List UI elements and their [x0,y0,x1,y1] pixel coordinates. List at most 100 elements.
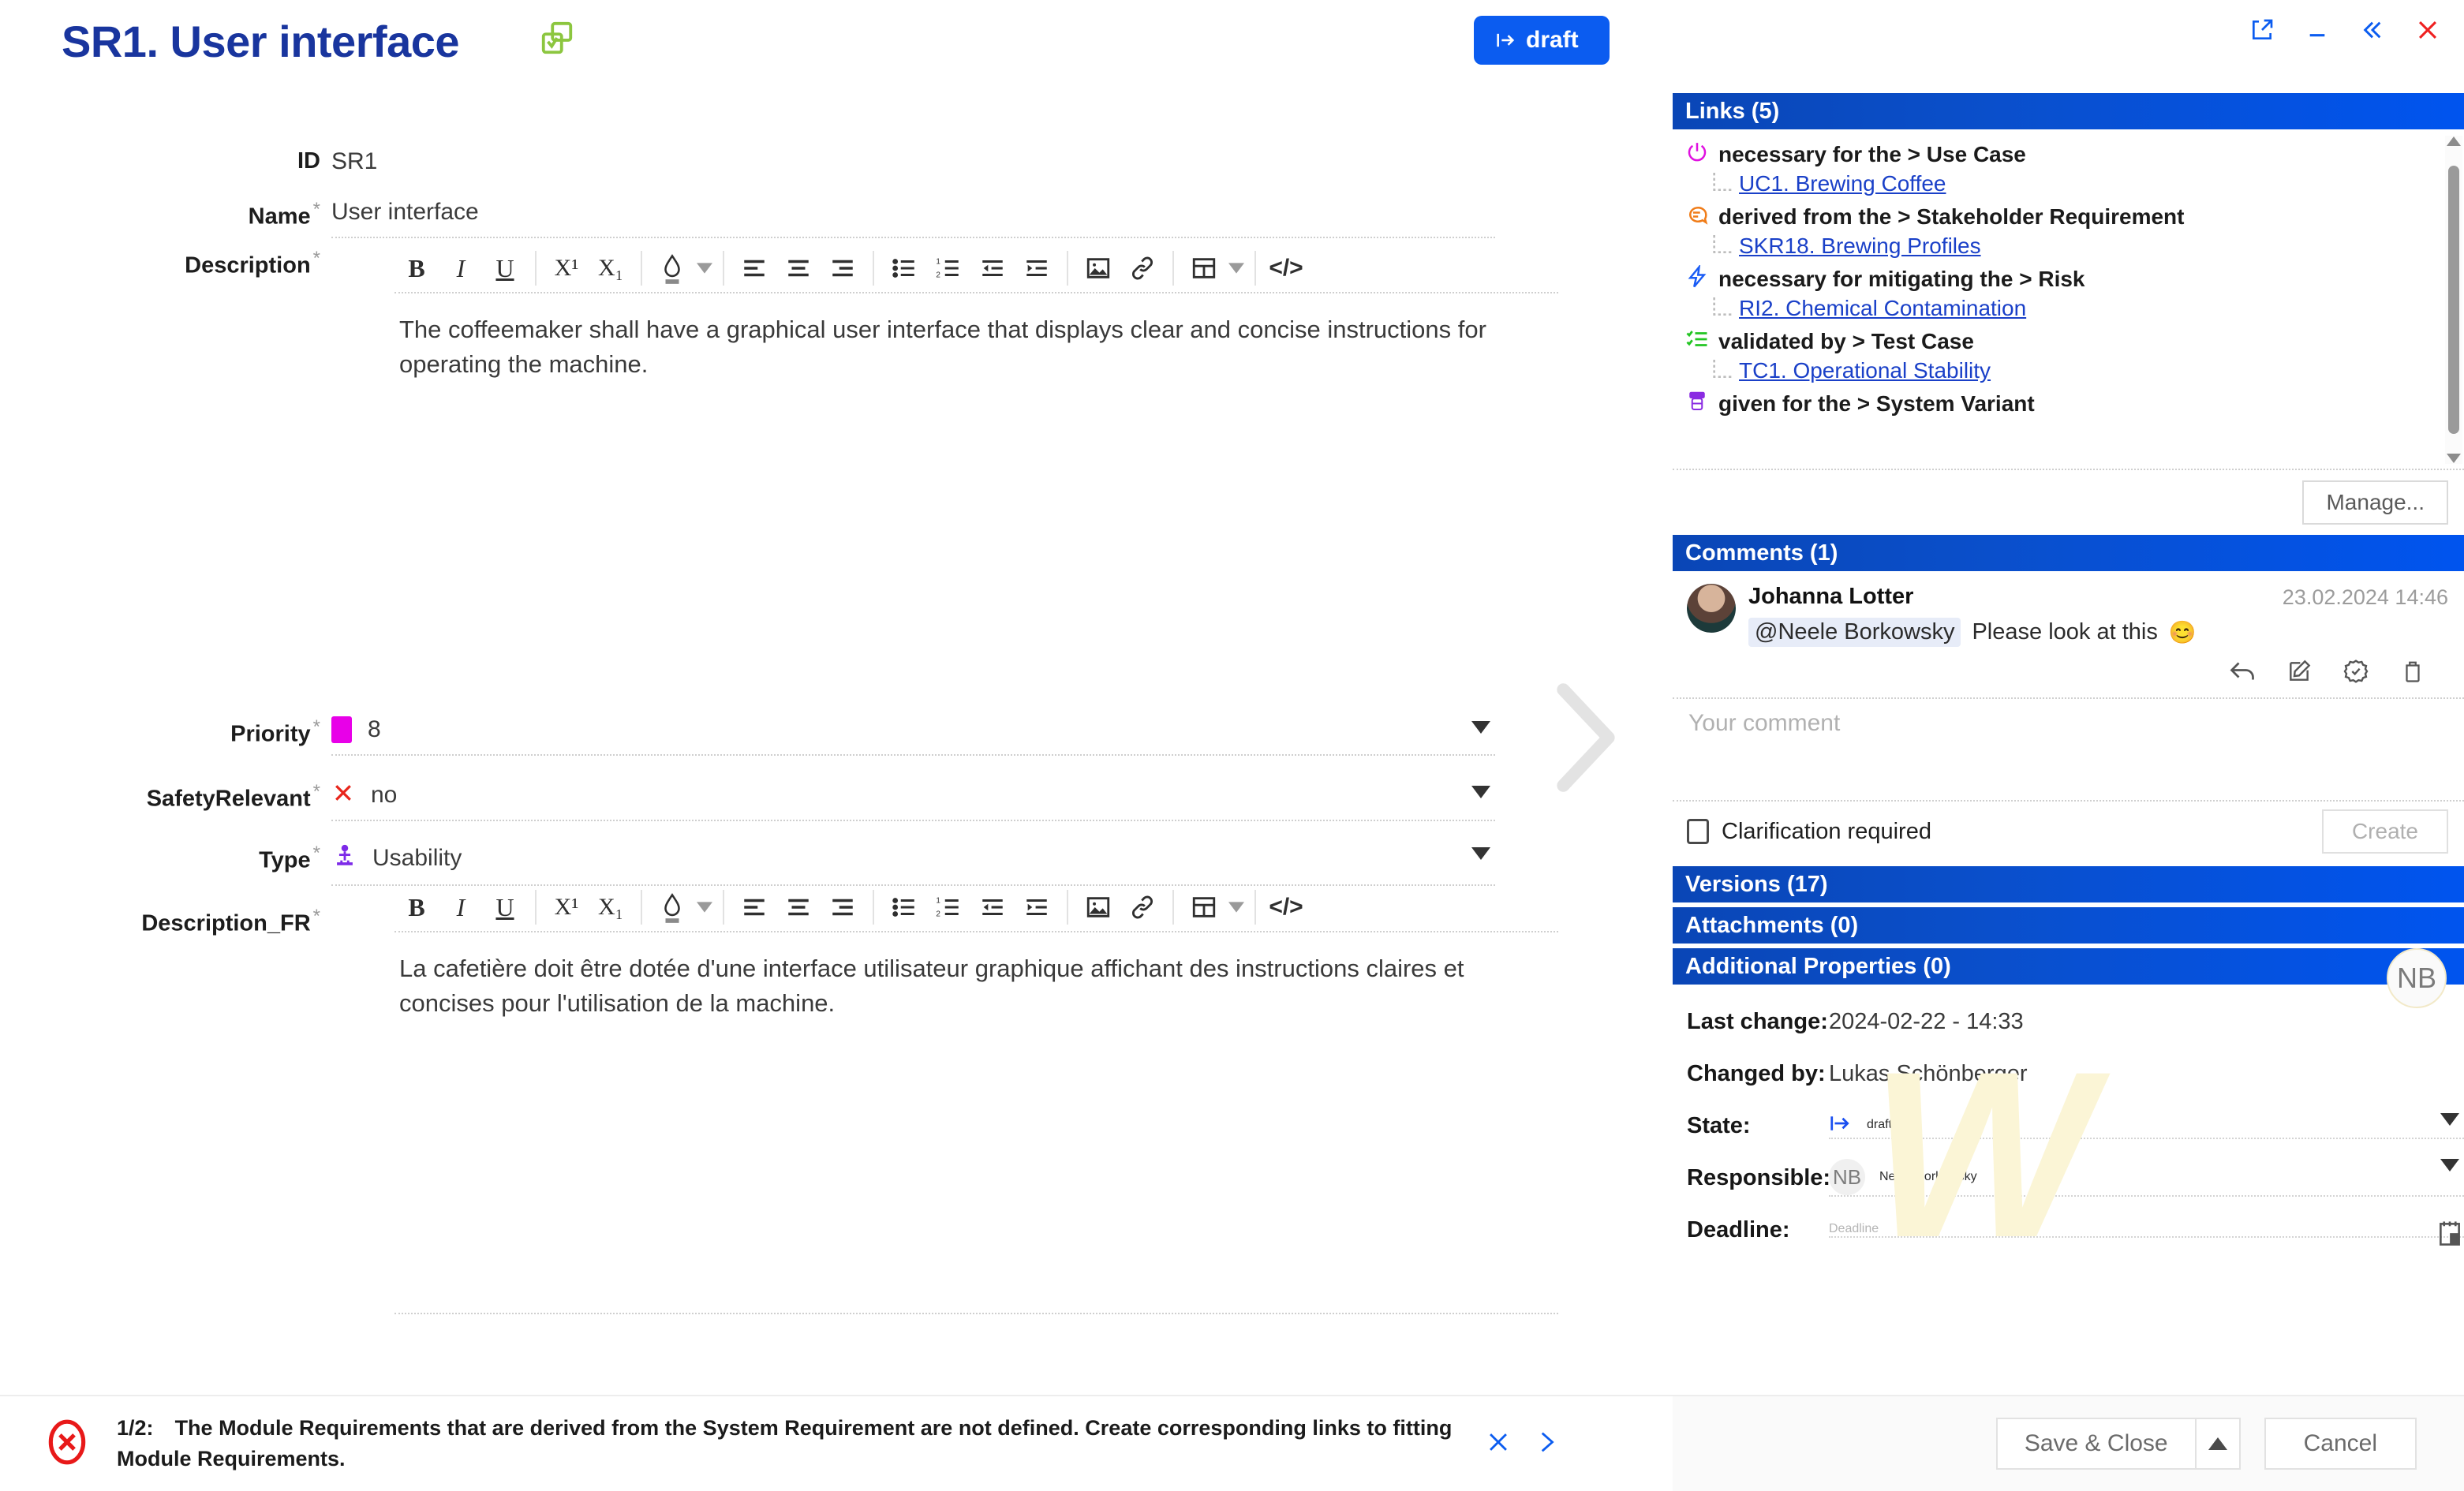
link-group[interactable]: necessary for mitigating the > Risk [1685,263,2436,293]
safety-relevant-dropdown[interactable]: no [331,781,1495,821]
bold-button[interactable]: B [394,246,439,290]
table-icon[interactable] [1182,246,1226,290]
source-code-button-fr[interactable]: </> [1264,885,1308,929]
next-item-chevron-right-icon[interactable] [1542,678,1629,801]
close-icon[interactable] [2412,14,2443,46]
underline-button[interactable]: U [483,246,527,290]
reply-icon[interactable] [2227,656,2257,686]
panel-header-versions[interactable]: Versions (17) [1673,866,2464,902]
state-dropdown[interactable]: draft [1829,1112,2464,1139]
align-left-icon-fr[interactable] [732,885,776,929]
panel-title-versions: Versions (17) [1685,871,1828,897]
subscript-button-fr[interactable]: X₁ [589,885,633,929]
state-chevron-down-icon[interactable] [2440,1112,2459,1130]
link-group[interactable]: given for the > System Variant [1685,390,2436,417]
comment-input[interactable]: Your comment [1673,697,2464,800]
save-close-button[interactable]: Save & Close [1995,1418,2195,1470]
align-center-icon-fr[interactable] [776,885,821,929]
list-item[interactable]: TC1. Operational Stability [1707,358,2436,383]
underline-button-fr[interactable]: U [483,885,527,929]
numbered-list-icon[interactable]: 12 [926,246,970,290]
safety-relevant-chevron-down-icon[interactable] [1471,786,1490,802]
calendar-icon[interactable] [2437,1219,2462,1251]
table-icon-fr[interactable] [1182,885,1226,929]
text-color-chevron-down-icon-fr[interactable] [694,885,715,929]
link-group[interactable]: necessary for the > Use Case [1685,140,2436,168]
name-input[interactable]: User interface [331,199,1495,238]
text-color-chevron-down-icon[interactable] [694,246,715,290]
bullet-list-icon-fr[interactable] [882,885,926,929]
links-scrollbar[interactable] [2445,136,2462,464]
notice-next-chevron-right-icon[interactable] [1532,1429,1559,1459]
collapse-left-icon[interactable] [2357,14,2388,46]
link-icon-fr[interactable] [1120,885,1165,929]
bold-button-fr[interactable]: B [394,885,439,929]
panel-header-links[interactable]: Links (5) [1673,93,2464,129]
svg-text:2: 2 [936,271,940,279]
panel-header-attachments[interactable]: Attachments (0) [1673,907,2464,944]
resolve-icon[interactable] [2341,656,2371,686]
image-icon-fr[interactable] [1076,885,1120,929]
outdent-icon-fr[interactable] [970,885,1015,929]
notice-close-icon[interactable] [1485,1429,1512,1459]
duplicate-document-icon[interactable] [539,21,575,57]
minimize-icon[interactable] [2301,14,2333,46]
type-chevron-down-icon[interactable] [1471,847,1490,864]
text-color-icon[interactable] [650,246,694,290]
link-item[interactable]: SKR18. Brewing Profiles [1739,234,1981,259]
link-item[interactable]: RI2. Chemical Contamination [1739,296,2026,321]
responsible-dropdown[interactable]: NB Neele Borkowsky [1829,1159,2464,1197]
list-item[interactable]: SKR18. Brewing Profiles [1707,234,2436,259]
image-icon[interactable] [1076,246,1120,290]
comment-mention[interactable]: @Neele Borkowsky [1748,618,1961,647]
type-dropdown[interactable]: Usability [331,843,1495,886]
link-icon[interactable] [1120,246,1165,290]
manage-links-button[interactable]: Manage... [2302,480,2448,525]
link-group[interactable]: validated by > Test Case [1685,327,2436,355]
description-text[interactable]: The coffeemaker shall have a graphical u… [394,293,1558,382]
table-chevron-down-icon-fr[interactable] [1226,885,1247,929]
list-item[interactable]: RI2. Chemical Contamination [1707,296,2436,321]
align-left-icon[interactable] [732,246,776,290]
indent-icon[interactable] [1015,246,1059,290]
priority-chevron-down-icon[interactable] [1471,721,1490,738]
italic-button[interactable]: I [439,246,483,290]
bullet-list-icon[interactable] [882,246,926,290]
align-center-icon[interactable] [776,246,821,290]
error-icon[interactable] [43,1418,92,1470]
status-badge[interactable]: draft [1474,16,1610,65]
priority-dropdown[interactable]: 8 [331,716,1495,756]
link-group-label: necessary for the > Use Case [1718,141,2026,166]
link-group-label: necessary for mitigating the > Risk [1718,266,2085,291]
delete-icon[interactable] [2398,656,2428,686]
list-item[interactable]: UC1. Brewing Coffee [1707,171,2436,196]
link-item[interactable]: UC1. Brewing Coffee [1739,171,1946,196]
numbered-list-icon-fr[interactable]: 12 [926,885,970,929]
external-link-icon[interactable] [2246,14,2278,46]
panel-header-additional-properties[interactable]: Additional Properties (0) [1673,948,2464,985]
description-fr-toolbar: B I U X¹ X₁ 1 2 </> [394,884,1558,932]
clarification-required-checkbox[interactable]: Clarification required [1687,819,1931,845]
save-options-chevron-up-icon[interactable] [2194,1418,2241,1470]
create-comment-button[interactable]: Create [2321,809,2448,854]
deadline-input[interactable]: Deadline [1829,1221,2464,1246]
superscript-button-fr[interactable]: X¹ [544,885,589,929]
scrollbar-thumb[interactable] [2448,166,2459,434]
edit-icon[interactable] [2284,656,2314,686]
cancel-button[interactable]: Cancel [2264,1418,2417,1470]
table-chevron-down-icon[interactable] [1226,246,1247,290]
italic-button-fr[interactable]: I [439,885,483,929]
align-right-icon[interactable] [821,246,865,290]
link-group[interactable]: derived from the > Stakeholder Requireme… [1685,203,2436,230]
source-code-button[interactable]: </> [1264,246,1308,290]
panel-header-comments[interactable]: Comments (1) [1673,535,2464,571]
align-right-icon-fr[interactable] [821,885,865,929]
indent-icon-fr[interactable] [1015,885,1059,929]
superscript-button[interactable]: X¹ [544,246,589,290]
link-item[interactable]: TC1. Operational Stability [1739,358,1991,383]
text-color-icon-fr[interactable] [650,885,694,929]
outdent-icon[interactable] [970,246,1015,290]
subscript-button[interactable]: X₁ [589,246,633,290]
responsible-chevron-down-icon[interactable] [2440,1159,2459,1175]
description-fr-text[interactable]: La cafetière doit être dotée d'une inter… [394,932,1558,1021]
